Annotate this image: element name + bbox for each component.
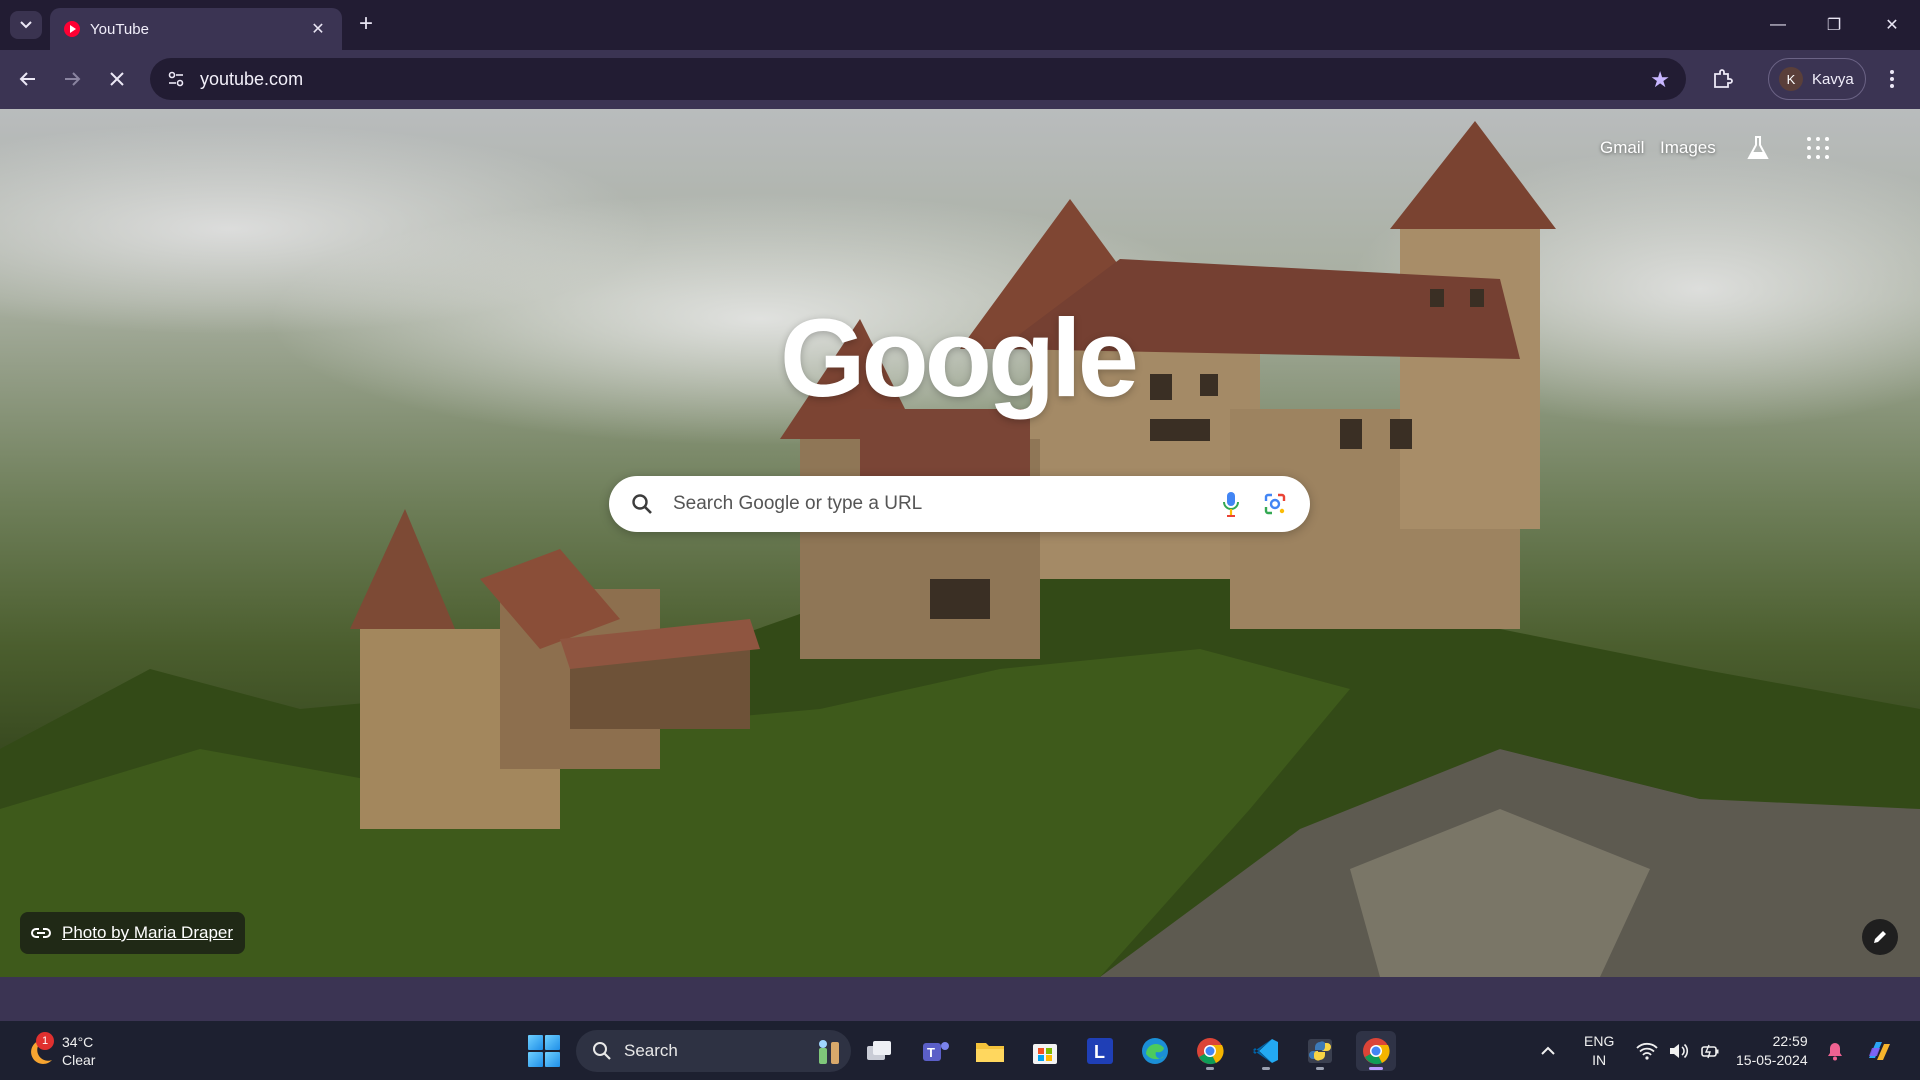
language-code: ENG <box>1584 1032 1615 1049</box>
new-tab-page: Gmail Images Google Search Google or typ… <box>0 109 1920 977</box>
minimize-button[interactable]: — <box>1750 0 1806 50</box>
window-bottom-edge <box>0 977 1920 1021</box>
svg-text:L: L <box>1094 1042 1105 1062</box>
weather-badge: 1 <box>36 1032 54 1050</box>
weather-condition: Clear <box>62 1052 96 1068</box>
google-apps-icon[interactable] <box>1807 137 1829 159</box>
search-box[interactable]: Search Google or type a URL <box>609 476 1310 532</box>
wifi-icon <box>1636 1042 1658 1060</box>
site-info-icon[interactable] <box>164 67 188 91</box>
images-link[interactable]: Images <box>1660 138 1716 158</box>
task-view-icon[interactable] <box>860 1031 900 1071</box>
search-icon <box>632 494 652 514</box>
clock-date: 15-05-2024 <box>1736 1051 1808 1068</box>
labs-flask-icon[interactable] <box>1746 135 1770 161</box>
battery-icon <box>1701 1044 1719 1058</box>
attribution-link[interactable]: Photo by Maria Draper <box>62 923 233 943</box>
show-hidden-icons-button[interactable] <box>1540 1021 1556 1080</box>
running-indicator <box>1206 1067 1214 1070</box>
address-bar[interactable]: youtube.com ★ <box>150 58 1686 100</box>
link-icon <box>31 928 51 938</box>
start-button[interactable] <box>528 1035 560 1067</box>
weather-widget[interactable]: 1 34°C Clear <box>22 1029 95 1073</box>
back-arrow-icon <box>19 72 35 86</box>
l-app-icon[interactable]: L <box>1080 1031 1120 1071</box>
weather-temperature: 34°C <box>62 1034 94 1050</box>
extensions-button[interactable] <box>1706 63 1738 95</box>
photo-attribution[interactable]: Photo by Maria Draper <box>20 912 246 954</box>
svg-text:T: T <box>927 1045 935 1060</box>
profile-button[interactable]: K Kavya <box>1768 58 1866 100</box>
google-lens-icon[interactable] <box>1260 489 1290 519</box>
youtube-favicon-icon <box>64 21 80 37</box>
quick-settings-button[interactable] <box>1636 1021 1722 1080</box>
pencil-icon <box>1874 931 1886 943</box>
browser-menu-button[interactable] <box>1880 63 1904 95</box>
vscode-icon[interactable] <box>1246 1031 1286 1071</box>
tab-youtube[interactable]: YouTube ✕ <box>50 8 342 50</box>
avatar: K <box>1779 67 1803 91</box>
voice-search-icon[interactable] <box>1216 489 1246 519</box>
taskbar-search-label: Search <box>624 1041 678 1060</box>
search-highlight-icon <box>819 1040 839 1064</box>
chevron-down-icon <box>20 21 32 29</box>
url-text: youtube.com <box>200 68 304 89</box>
gmail-link[interactable]: Gmail <box>1600 138 1644 158</box>
browser-toolbar: youtube.com ★ K Kavya <box>0 50 1920 109</box>
profile-name: Kavya <box>1812 70 1854 88</box>
weather-moon-icon: 1 <box>22 1032 56 1068</box>
tab-strip: YouTube ✕ + — ❐ ✕ <box>0 0 1920 50</box>
chrome-icon[interactable] <box>1190 1031 1230 1071</box>
file-explorer-icon[interactable] <box>970 1031 1010 1071</box>
restore-button[interactable]: ❐ <box>1806 0 1862 50</box>
background-castle-photo <box>0 121 1920 977</box>
notifications-button[interactable] <box>1826 1021 1844 1080</box>
windows-taskbar: 1 34°C Clear Search T L ENG IN 22:59 15-… <box>0 1021 1920 1080</box>
region-code: IN <box>1592 1051 1607 1068</box>
forward-arrow-icon <box>65 72 81 86</box>
search-icon <box>593 1042 611 1060</box>
new-tab-button[interactable]: + <box>352 10 380 38</box>
microsoft-store-icon[interactable] <box>1025 1031 1065 1071</box>
chrome-active-icon[interactable] <box>1356 1031 1396 1071</box>
bell-icon <box>1828 1042 1842 1060</box>
forward-button[interactable] <box>56 63 88 95</box>
close-window-button[interactable]: ✕ <box>1864 0 1920 50</box>
tab-title: YouTube <box>90 20 149 38</box>
bookmark-star-icon[interactable]: ★ <box>1650 67 1670 93</box>
puzzle-icon <box>1714 69 1733 88</box>
volume-icon <box>1670 1043 1689 1058</box>
python-icon[interactable] <box>1300 1031 1340 1071</box>
search-placeholder: Search Google or type a URL <box>673 493 923 514</box>
google-logo: Google <box>780 297 1139 420</box>
chevron-up-icon <box>1541 1046 1555 1055</box>
running-indicator <box>1262 1067 1270 1070</box>
language-indicator[interactable]: ENG IN <box>1584 1021 1614 1080</box>
teams-icon[interactable]: T <box>916 1031 956 1071</box>
running-indicator <box>1316 1067 1324 1070</box>
close-tab-icon[interactable]: ✕ <box>308 19 328 39</box>
customize-chrome-button[interactable] <box>1862 919 1898 955</box>
taskbar-search[interactable]: Search <box>576 1030 851 1072</box>
copilot-icon[interactable] <box>1864 1021 1894 1080</box>
back-button[interactable] <box>12 63 44 95</box>
clock[interactable]: 22:59 15-05-2024 <box>1736 1021 1808 1080</box>
tab-search-button[interactable] <box>10 11 42 39</box>
clock-time: 22:59 <box>1772 1032 1808 1049</box>
active-indicator <box>1369 1067 1383 1070</box>
stop-loading-button[interactable] <box>101 63 133 95</box>
edge-icon[interactable] <box>1135 1031 1175 1071</box>
close-icon <box>110 72 124 86</box>
